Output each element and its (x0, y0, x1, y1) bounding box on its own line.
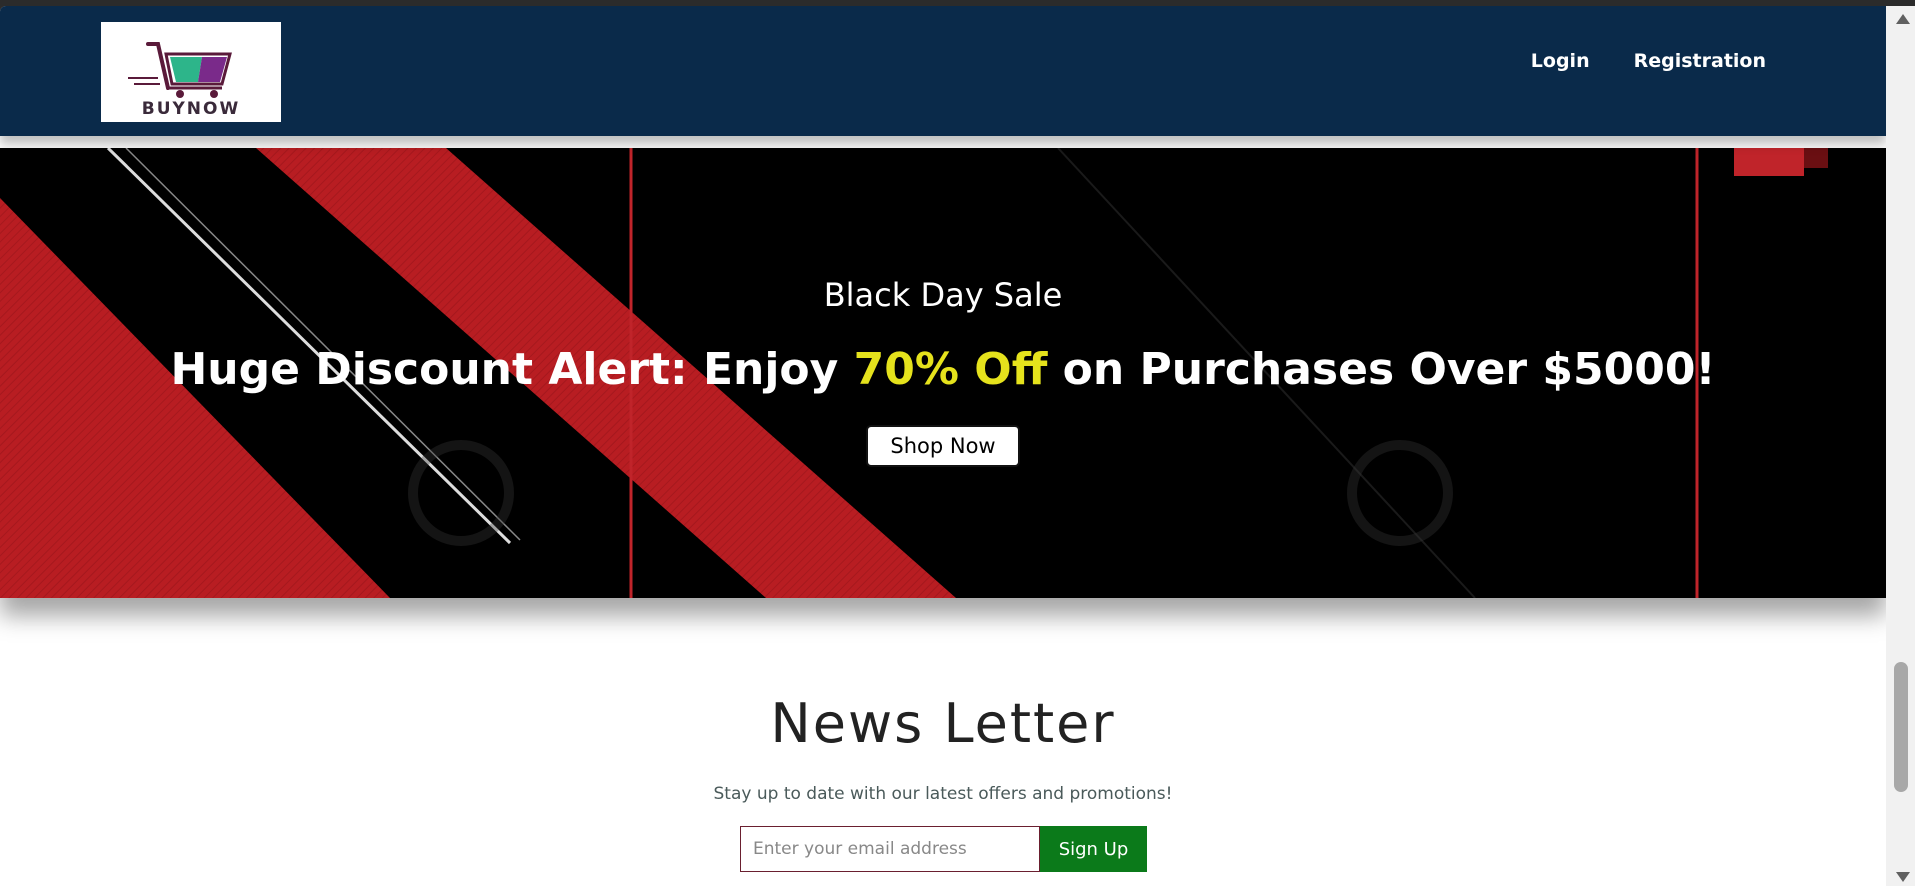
scroll-down-arrow-icon[interactable] (1896, 872, 1910, 882)
headline-part-1: Huge Discount Alert: Enjoy (170, 344, 854, 395)
sale-banner: Black Day Sale Huge Discount Alert: Enjo… (0, 148, 1886, 598)
banner-content: Black Day Sale Huge Discount Alert: Enjo… (0, 148, 1886, 598)
scrollbar-thumb[interactable] (1894, 662, 1908, 792)
sign-up-button[interactable]: Sign Up (1040, 826, 1147, 872)
sale-title: Black Day Sale (823, 276, 1063, 314)
top-nav: Login Registration (1531, 50, 1766, 72)
site-header: BUYNOW Login Registration (0, 6, 1886, 136)
discount-highlight: 70% Off (853, 344, 1048, 395)
buynow-logo[interactable]: BUYNOW (101, 22, 281, 122)
headline-part-2: on Purchases Over $5000! (1047, 344, 1716, 395)
newsletter-title: News Letter (770, 692, 1116, 755)
svg-text:BUYNOW: BUYNOW (142, 99, 241, 118)
page: BUYNOW Login Registration Black Day Sale… (0, 6, 1886, 886)
newsletter-subtitle: Stay up to date with our latest offers a… (713, 784, 1173, 804)
vertical-scrollbar[interactable] (1886, 6, 1915, 886)
shop-now-button[interactable]: Shop Now (866, 425, 1020, 467)
discount-headline: Huge Discount Alert: Enjoy 70% Off on Pu… (0, 344, 1886, 395)
shopping-cart-logo-icon: BUYNOW (128, 42, 241, 118)
email-input[interactable] (740, 826, 1040, 872)
scroll-up-arrow-icon[interactable] (1896, 14, 1910, 24)
newsletter-signup-form: Sign Up (740, 826, 1147, 872)
registration-link[interactable]: Registration (1634, 50, 1766, 72)
login-link[interactable]: Login (1531, 50, 1590, 72)
